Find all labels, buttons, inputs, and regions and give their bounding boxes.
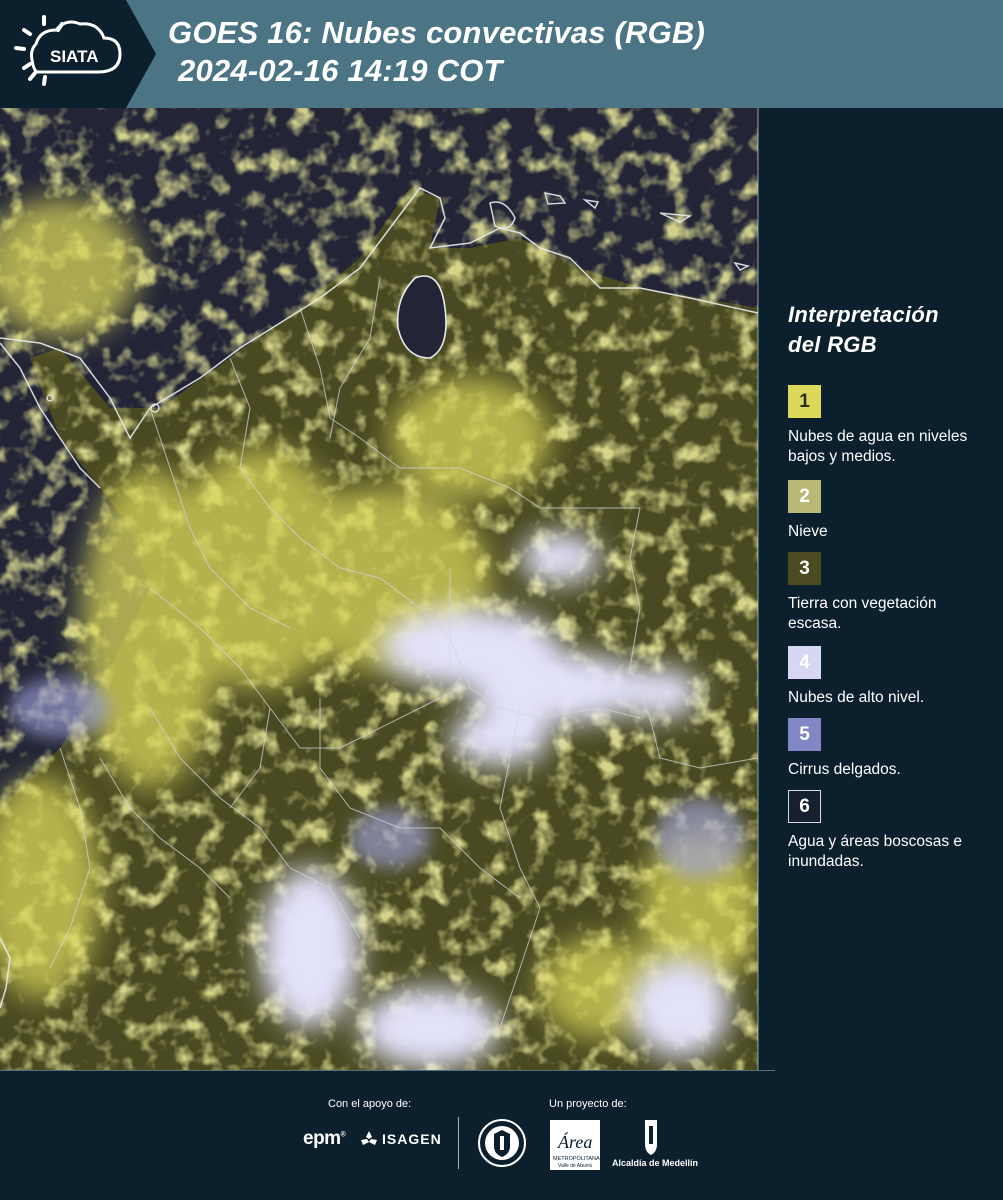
legend-label-4: Nubes de alto nivel. [788,689,925,706]
area-logo-subtext-1: METROPOLITANA [553,1156,600,1162]
legend-label-5: Cirrus delgados. [788,761,901,778]
legend-label-2: Nieve [788,523,828,540]
legend-swatch-2: 2 [788,480,821,513]
map-border [757,108,759,1070]
legend-item: 2 Nieve [788,480,988,542]
footer: Con el apoyo de: Un proyecto de: epm® IS… [0,1070,1003,1200]
page-title: GOES 16: Nubes convectivas (RGB) 2024-02… [168,14,705,90]
header-bar: SIATA GOES 16: Nubes convectivas (RGB) 2… [0,0,1003,108]
legend-label-3: Tierra con vegetación escasa. [788,595,937,632]
legend-swatch-4: 4 [788,646,821,679]
legend-title-line-2: del RGB [788,332,877,357]
footer-divider-line [0,1070,775,1071]
legend-item: 3 Tierra con vegetación escasa. [788,552,988,634]
title-timestamp: 2024-02-16 14:19 COT [178,53,503,88]
area-metropolitana-logo: Área METROPOLITANA Valle de Aburrá [550,1120,600,1170]
support-label: Con el apoyo de: [328,1098,412,1110]
project-label: Un proyecto de: [549,1098,627,1110]
legend-swatch-1: 1 [788,385,821,418]
legend-label-1: Nubes de agua en niveles bajos y medios. [788,428,968,465]
legend-title: Interpretación del RGB [788,300,939,360]
area-logo-subtext-2: Valle de Aburrá [558,1163,592,1169]
map-image [0,108,758,1070]
legend-swatch-3: 3 [788,552,821,585]
isagen-logo-text: ISAGEN [382,1131,442,1147]
legend-item: 4 Nubes de alto nivel. [788,646,988,708]
epm-logo: epm® [303,1128,346,1149]
isagen-mark-icon [361,1131,377,1145]
alcaldia-shield-icon [645,1120,657,1155]
epm-logo-text: epm [303,1128,341,1149]
area-logo-text: Área [557,1131,592,1152]
legend-swatch-5: 5 [788,718,821,751]
legend-item: 5 Cirrus delgados. [788,718,988,780]
logo-text: SIATA [50,47,98,66]
legend-label-6: Agua y áreas boscosas e inundadas. [788,833,963,870]
siata-logo: SIATA [0,0,156,108]
legend-item: 1 Nubes de agua en niveles bajos y medio… [788,385,988,467]
legend-item: 6 Agua y áreas boscosas e inundadas. [788,790,988,872]
title-line-1: GOES 16: Nubes convectivas (RGB) [168,15,706,50]
legend-title-line-1: Interpretación [788,302,939,327]
isagen-logo: ISAGEN [360,1130,442,1148]
legend-swatch-6: 6 [788,790,821,823]
footer-vertical-divider [458,1117,459,1169]
medellin-seal-icon [478,1119,526,1167]
satellite-map [0,108,758,1070]
alcaldia-logo-text: Alcaldía de Medellín [612,1158,699,1168]
